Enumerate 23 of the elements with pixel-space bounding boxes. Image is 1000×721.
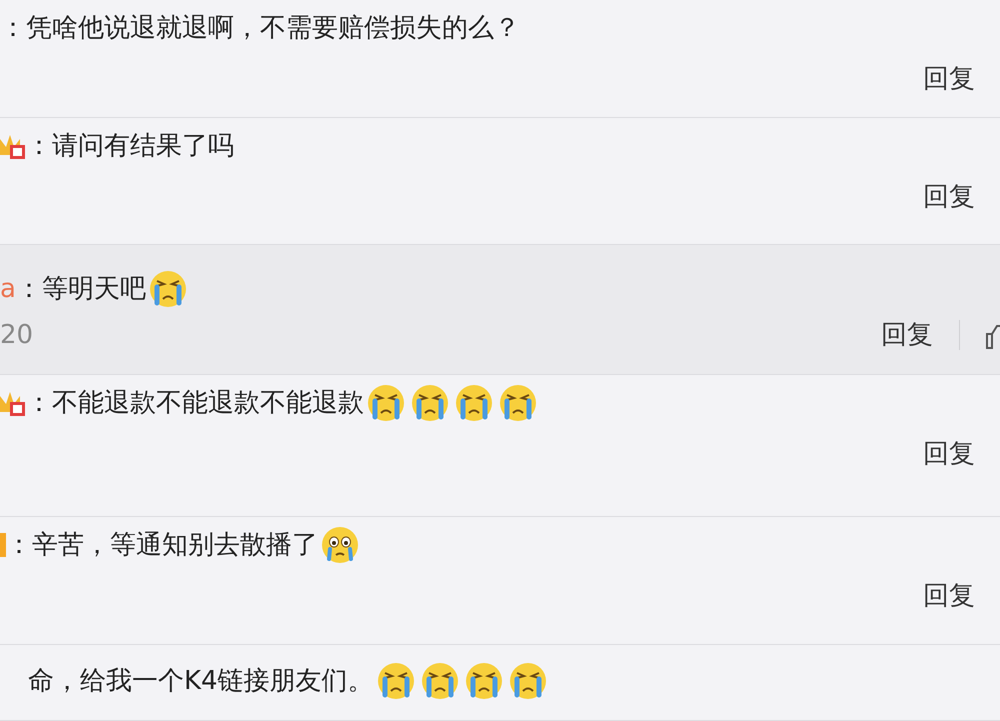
crying-face-icon [148, 269, 188, 309]
reply-button[interactable]: 回复 [923, 577, 975, 616]
comment-text: 命，给我一个K4链接朋友们。 [28, 664, 374, 698]
comment-text: ：凭啥他说退就退啊，不需要赔偿损失的么？ [0, 12, 520, 44]
reply-button[interactable]: 回复 [923, 60, 975, 99]
comment-text: ：等明天吧 [16, 272, 146, 306]
crying-face-icon [410, 383, 450, 423]
comment-text: ：辛苦，等通知别去散播了 [6, 528, 318, 562]
crying-face-icon [498, 383, 538, 423]
crying-face-icon [366, 383, 406, 423]
comment-time: 20 [0, 318, 34, 352]
crying-face-icon [376, 661, 416, 701]
reply-button[interactable]: 回复 [881, 316, 933, 354]
crying-face-icon [420, 661, 460, 701]
teary-face-icon [320, 525, 360, 565]
crying-face-icon [508, 661, 548, 701]
level-badge-icon [0, 533, 6, 557]
comment-text: ：不能退款不能退款不能退款 [26, 386, 364, 420]
crying-face-icon [464, 661, 504, 701]
reply-button[interactable]: 回复 [923, 435, 975, 474]
reply-button[interactable]: 回复 [923, 178, 975, 217]
crying-face-icon [454, 383, 494, 423]
comment-text: ：请问有结果了吗 [26, 130, 234, 162]
